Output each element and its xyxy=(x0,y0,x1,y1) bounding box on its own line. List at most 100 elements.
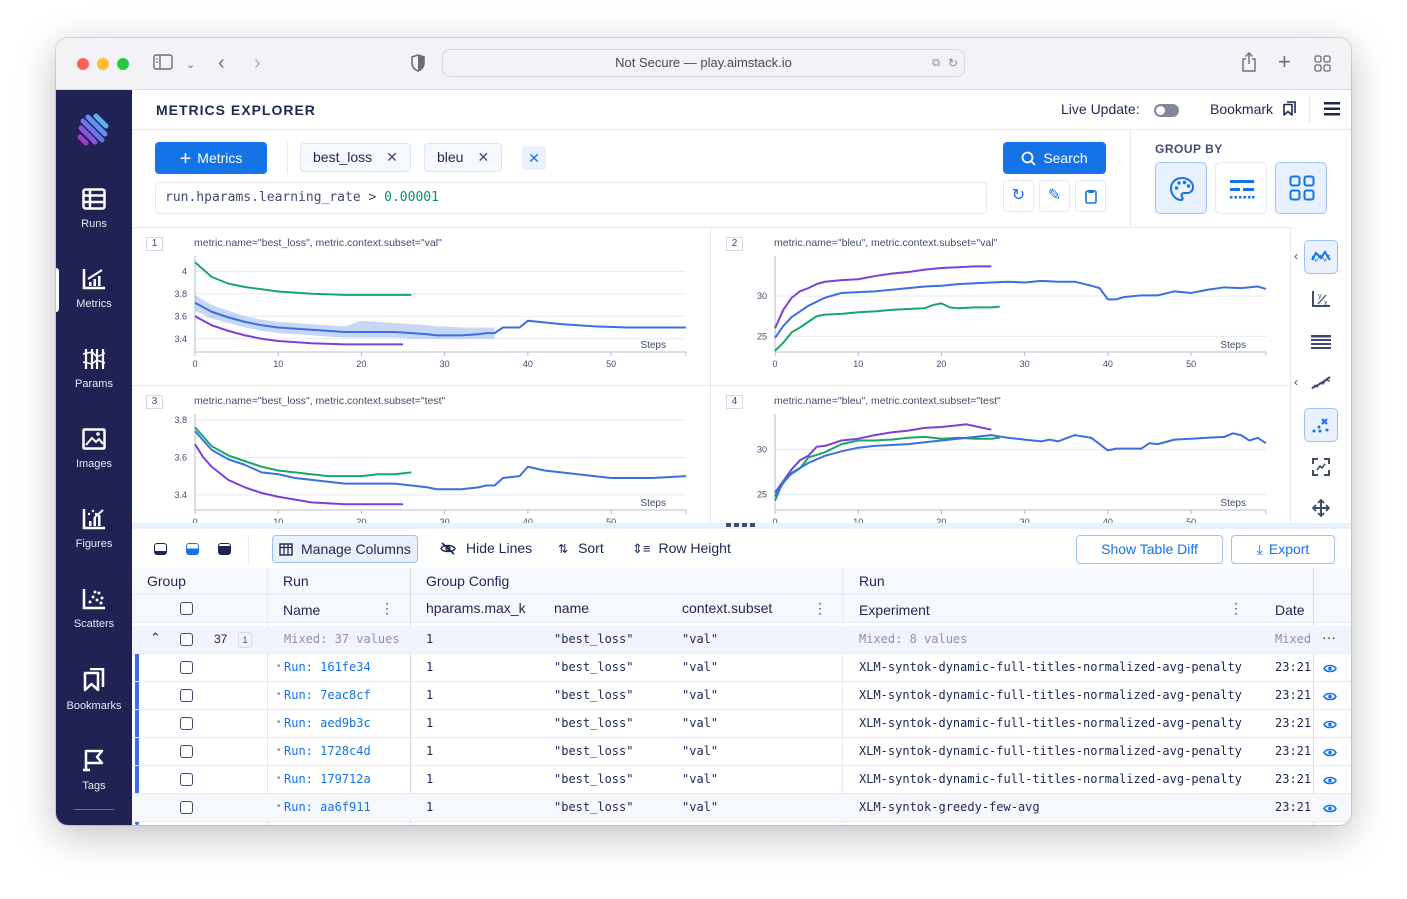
table-size-large-icon[interactable] xyxy=(218,543,231,555)
group-by-stroke-button[interactable] xyxy=(1215,162,1267,214)
chart-svg[interactable]: 3.43.63.840 10 20 30 40 50Steps xyxy=(132,228,710,385)
chevron-left-icon[interactable]: ‹ xyxy=(1294,249,1298,263)
query-input[interactable]: run.hparams.learning_rate > 0.00001 xyxy=(155,182,987,214)
chart-panel-1[interactable]: 1 metric.name="best_loss", metric.contex… xyxy=(132,228,710,385)
select-all-checkbox[interactable] xyxy=(180,602,193,615)
row-height-button[interactable]: ⇕≡ Row Height xyxy=(626,535,737,563)
ignore-outliers-button[interactable] xyxy=(1304,408,1338,442)
sidebar-toggle-icon[interactable] xyxy=(153,54,173,75)
name-cell[interactable]: Run: aed9b3c xyxy=(284,710,371,738)
reload-icon[interactable]: ↻ xyxy=(948,50,958,76)
eye-icon[interactable] xyxy=(1323,690,1337,705)
column-header-experiment[interactable]: Experiment xyxy=(859,602,930,618)
chart-panel-3[interactable]: 3 metric.name="best_loss", metric.contex… xyxy=(132,386,710,524)
table-size-medium-icon[interactable] xyxy=(186,543,199,555)
aggregation-button[interactable] xyxy=(1304,240,1338,274)
name-cell[interactable]: Run: aa6f911 xyxy=(284,794,371,822)
column-header-max-k[interactable]: hparams.max_k xyxy=(426,600,526,616)
highlight-mode-button[interactable] xyxy=(1304,324,1338,358)
metric-chip-bleu[interactable]: bleu ✕ xyxy=(424,143,503,172)
name-cell[interactable]: Run: 1728c4d xyxy=(284,738,371,766)
eye-icon[interactable] xyxy=(1323,718,1337,733)
group-row[interactable]: ⌃ 37 1 Mixed: 37 values 1 "best_loss" "v… xyxy=(132,626,1351,654)
zoom-chart-button[interactable] xyxy=(1304,450,1338,484)
eye-icon[interactable] xyxy=(1323,802,1337,817)
row-checkbox[interactable] xyxy=(180,773,193,786)
chart-svg[interactable]: 25 30 0 10 20 30 40 50 Steps xyxy=(712,228,1290,385)
reset-query-button[interactable]: ↻ xyxy=(1003,180,1034,212)
sidebar-item-tags[interactable]: Tags xyxy=(56,730,132,810)
close-window-button[interactable] xyxy=(77,58,89,70)
column-header-date[interactable]: Date xyxy=(1275,602,1305,618)
export-button[interactable]: ⤓ Export xyxy=(1231,535,1335,564)
sidebar-item-scatters[interactable]: Scatters xyxy=(56,570,132,650)
chevron-left-icon[interactable]: ‹ xyxy=(1294,375,1298,389)
tab-overview-icon[interactable] xyxy=(1314,55,1331,77)
address-bar[interactable]: Not Secure — play.aimstack.io ⧉ ↻ xyxy=(442,49,965,77)
row-checkbox[interactable] xyxy=(180,745,193,758)
manage-columns-button[interactable]: Manage Columns xyxy=(272,535,418,563)
axes-scale-button[interactable]: yx xyxy=(1304,282,1338,316)
row-checkbox[interactable] xyxy=(180,661,193,674)
remove-chip-icon[interactable]: ✕ xyxy=(386,149,398,165)
translate-icon[interactable]: ⧉ xyxy=(932,50,940,76)
search-button[interactable]: Search xyxy=(1003,142,1106,174)
name-cell[interactable]: Run: 7eac8cf xyxy=(284,682,371,710)
eye-icon[interactable] xyxy=(1323,746,1337,761)
pan-chart-button[interactable] xyxy=(1304,492,1338,526)
column-header-subset[interactable]: context.subset xyxy=(682,600,772,616)
zoom-window-button[interactable] xyxy=(117,58,129,70)
new-tab-icon[interactable]: + xyxy=(1278,51,1291,73)
smoothing-button[interactable] xyxy=(1304,366,1338,400)
column-menu-icon[interactable]: ⋮ xyxy=(380,600,394,617)
back-icon[interactable]: ‹ xyxy=(218,53,225,73)
add-metrics-button[interactable]: + Metrics xyxy=(155,142,267,174)
sidebar-item-images[interactable]: Images xyxy=(56,410,132,490)
table-row[interactable]: Run: 1728c4d 1 "best_loss" "val" XLM-syntok-… xyxy=(132,738,1351,766)
table-row[interactable]: Run: 7eac8cf 1 "best_loss" "val" XLM-syntok-… xyxy=(132,682,1351,710)
row-checkbox[interactable] xyxy=(180,717,193,730)
aim-logo[interactable] xyxy=(74,110,114,155)
sidebar-item-metrics[interactable]: Metrics xyxy=(56,250,132,330)
name-cell[interactable]: Run: 161fe34 xyxy=(284,654,371,682)
chevron-down-icon[interactable]: ⌄ xyxy=(186,55,195,75)
group-checkbox[interactable] xyxy=(180,633,193,646)
sidebar-item-bookmarks[interactable]: Bookmarks xyxy=(56,650,132,730)
show-table-diff-button[interactable]: Show Table Diff xyxy=(1076,535,1223,564)
sidebar-item-params[interactable]: Params xyxy=(56,330,132,410)
live-update-toggle[interactable] xyxy=(1154,104,1179,117)
column-header-name[interactable]: name xyxy=(554,600,589,616)
row-checkbox[interactable] xyxy=(180,689,193,702)
edit-query-button[interactable]: ✎ xyxy=(1039,180,1070,212)
row-checkbox[interactable] xyxy=(180,801,193,814)
remove-chip-icon[interactable]: ✕ xyxy=(477,149,489,165)
table-row[interactable]: Run: aa6f911 1 "best_loss" "val" XLM-syntok-… xyxy=(132,794,1351,822)
hide-lines-button[interactable]: Hide Lines xyxy=(434,535,538,563)
forward-icon[interactable]: › xyxy=(254,53,261,73)
privacy-shield-icon[interactable] xyxy=(411,54,425,77)
column-menu-icon[interactable]: ⋮ xyxy=(1229,600,1243,617)
sidebar-item-figures[interactable]: Figures xyxy=(56,490,132,570)
copy-query-button[interactable] xyxy=(1075,180,1106,212)
group-by-color-button[interactable] xyxy=(1155,162,1207,214)
column-header-name[interactable]: Name xyxy=(283,602,320,618)
table-row[interactable]: Run: 161fe34 1 "best_loss" "val" XLM-syntok-… xyxy=(132,654,1351,682)
collapse-group-icon[interactable]: ⌃ xyxy=(150,630,161,646)
eye-icon[interactable] xyxy=(1323,774,1337,789)
eye-icon[interactable] xyxy=(1323,662,1337,677)
bookmark-button[interactable]: Bookmark xyxy=(1210,101,1296,117)
table-row[interactable]: Run: aed9b3c 1 "best_loss" "val" XLM-syntok-… xyxy=(132,710,1351,738)
menu-icon[interactable] xyxy=(1324,102,1340,121)
minimize-window-button[interactable] xyxy=(97,58,109,70)
table-row[interactable]: Run: 179712a 1 "best_loss" "val" XLM-syntok-… xyxy=(132,766,1351,794)
clear-all-metrics-button[interactable]: ✕ xyxy=(522,146,546,170)
group-by-chart-button[interactable] xyxy=(1275,162,1327,214)
chart-panel-4[interactable]: 4 metric.name="bleu", metric.context.sub… xyxy=(712,386,1290,524)
more-options-icon[interactable]: ··· xyxy=(1322,629,1336,645)
chart-panel-2[interactable]: 2 metric.name="bleu", metric.context.sub… xyxy=(712,228,1290,385)
share-icon[interactable] xyxy=(1241,52,1257,77)
name-cell[interactable]: Run: 179712a xyxy=(284,766,371,794)
metric-chip-best-loss[interactable]: best_loss ✕ xyxy=(300,143,411,172)
sidebar-item-runs[interactable]: Runs xyxy=(56,170,132,250)
sort-button[interactable]: ⇅ Sort xyxy=(552,535,610,563)
